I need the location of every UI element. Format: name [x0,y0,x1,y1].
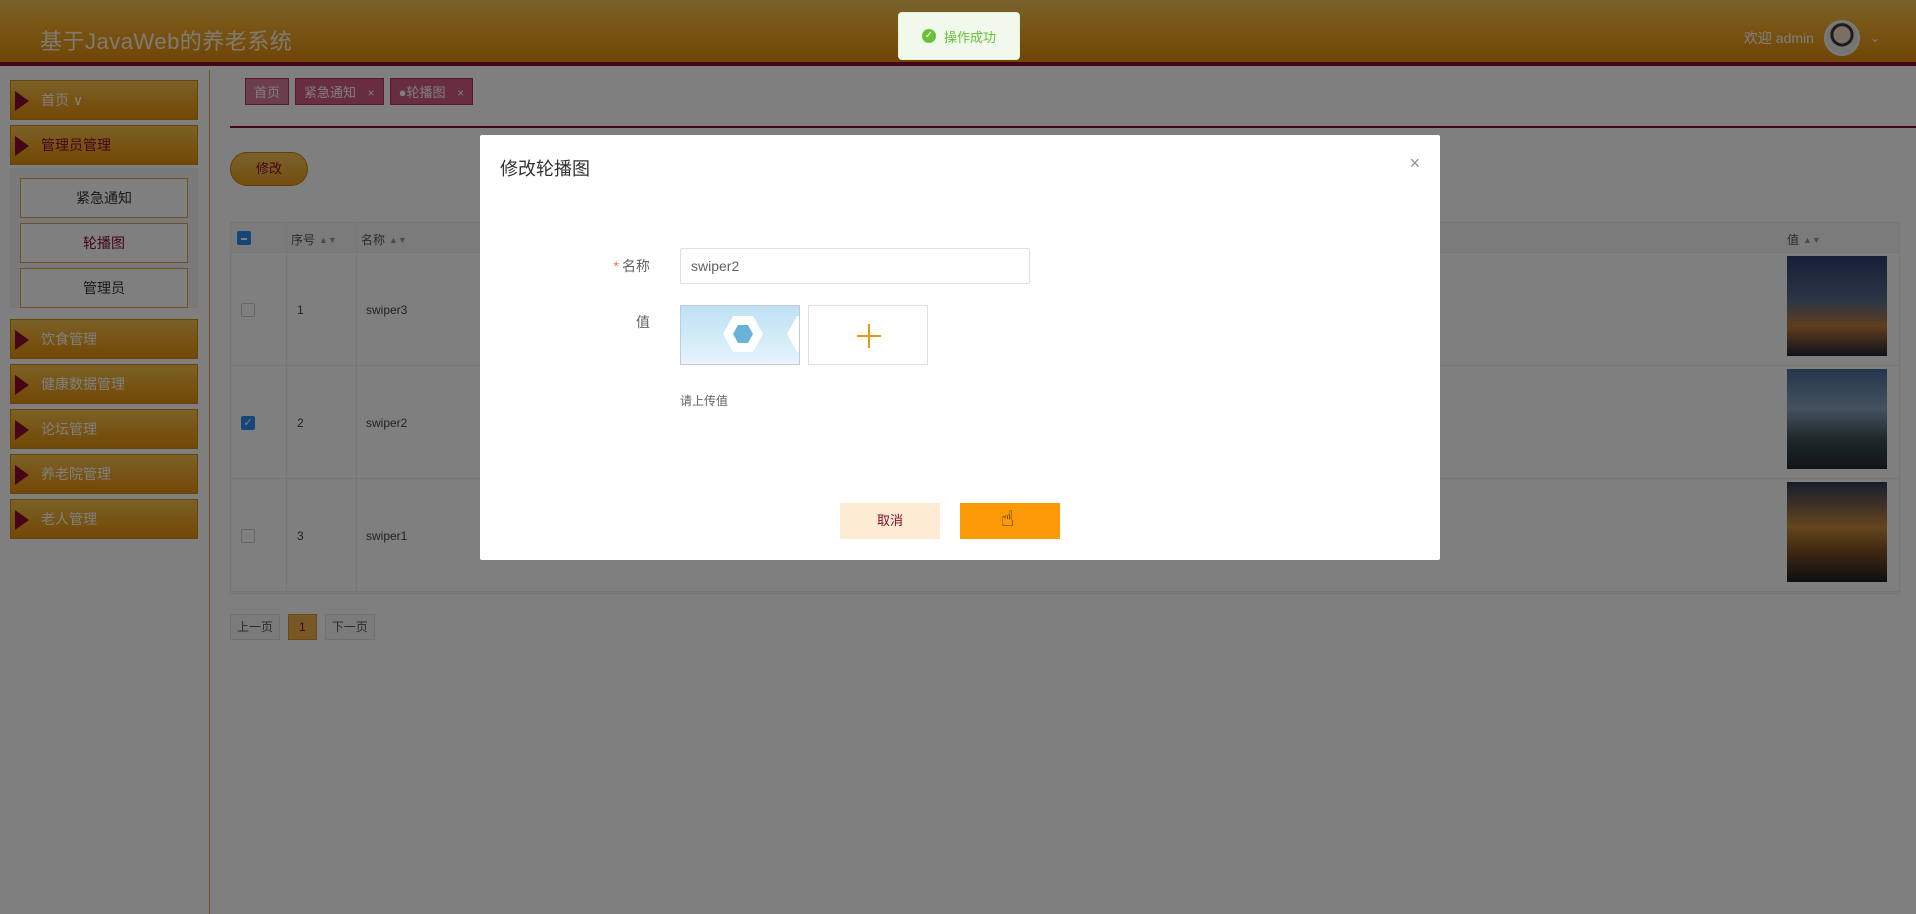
name-input[interactable]: swiper2 [680,248,1030,284]
cancel-button[interactable]: 取消 [840,503,940,539]
success-toast: ✓ 操作成功 [898,12,1020,60]
hexagon-shape [787,316,799,352]
value-label: 值 [636,314,650,330]
name-label-text: 名称 [622,258,650,274]
upload-add-button[interactable] [808,305,928,365]
check-circle-icon: ✓ [921,29,936,43]
edit-carousel-dialog: 修改轮播图 × * 名称 swiper2 值 请上传值 取消 确定 ☝ [480,135,1440,560]
hand-pointer-icon: ☝ [1001,506,1015,531]
close-icon[interactable]: × [1409,153,1420,174]
required-mark: * [613,258,619,274]
uploaded-image-preview[interactable] [680,305,800,365]
upload-hint: 请上传值 [680,394,729,408]
toast-message: 操作成功 [943,29,996,45]
name-label: * 名称 [570,256,650,276]
plus-icon [868,324,870,348]
dialog-title: 修改轮播图 [500,159,590,179]
